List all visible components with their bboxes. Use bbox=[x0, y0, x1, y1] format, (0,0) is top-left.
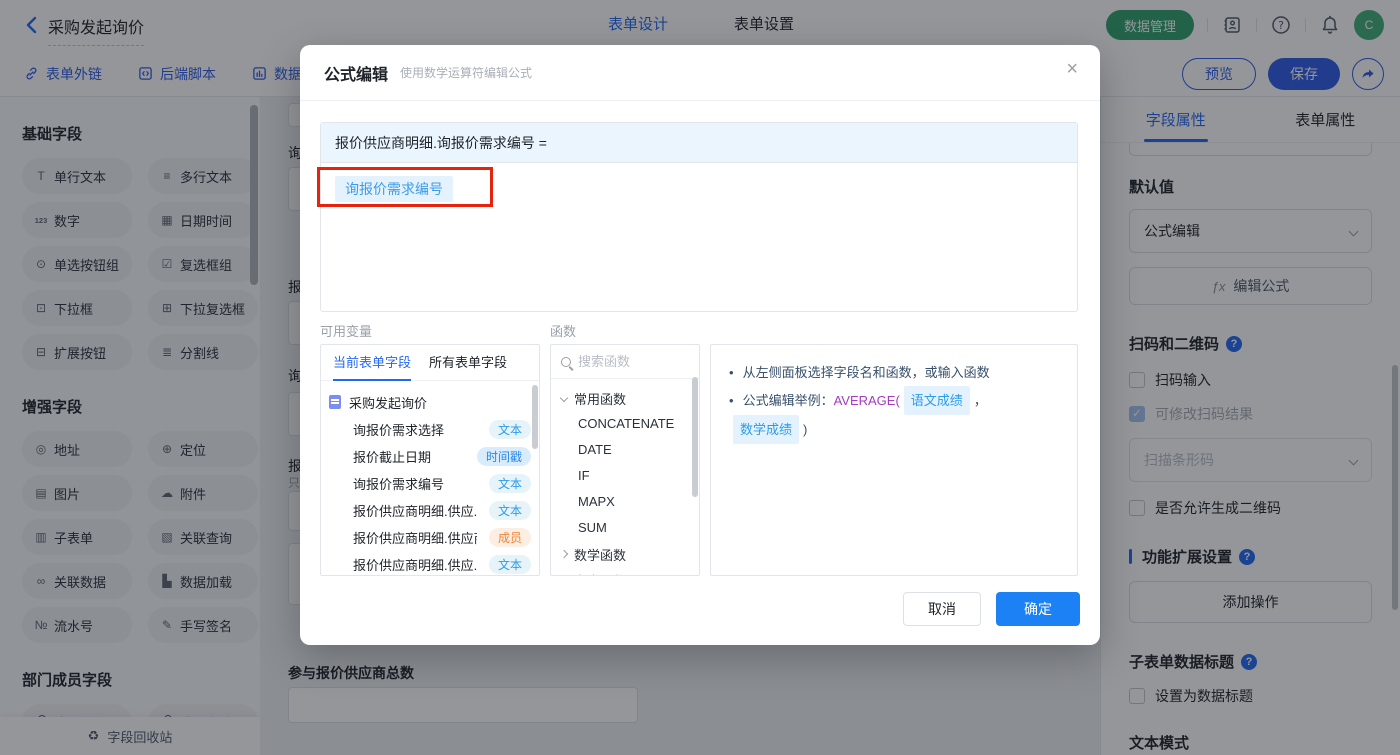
variables-scrollbar[interactable] bbox=[532, 385, 538, 449]
variable-field-row[interactable]: 报价供应商明细.供应... 文本 bbox=[329, 551, 531, 575]
variables-label: 可用变量 bbox=[320, 324, 373, 339]
annotation-red-box bbox=[317, 167, 493, 207]
confirm-button[interactable]: 确定 bbox=[996, 592, 1080, 626]
variables-tabs: 当前表单字段 所有表单字段 bbox=[321, 345, 539, 381]
formula-target-bar: 报价供应商明细.询报价需求编号 = bbox=[321, 123, 1077, 163]
field-type-badge: 时间戳 bbox=[476, 447, 531, 466]
function-search-row bbox=[551, 345, 699, 379]
example-field-chip: 数学成绩 bbox=[733, 415, 800, 444]
document-icon bbox=[329, 395, 341, 409]
variables-root-node[interactable]: 采购发起询价 bbox=[329, 388, 531, 416]
variables-tree: 采购发起询价 询报价需求选择 文本 报价截止日期 时间戳 询报价需求编号 文本 … bbox=[321, 381, 539, 575]
function-group-text[interactable]: 文本函数 bbox=[551, 567, 699, 576]
chevron-right-icon bbox=[559, 549, 569, 559]
example-field-chip: 语文成绩 bbox=[903, 386, 970, 415]
formula-editor-modal: 公式编辑 使用数学运算符编辑公式 × 报价供应商明细.询报价需求编号 = 询报价… bbox=[300, 45, 1100, 645]
function-item-mapx[interactable]: MAPX bbox=[551, 489, 699, 515]
functions-tree: 常用函数 CONCATENATE DATE IF MAPX SUM 数学函数 文… bbox=[551, 379, 699, 576]
field-type-badge: 文本 bbox=[488, 474, 531, 493]
modal-subtitle: 使用数学运算符编辑公式 bbox=[400, 66, 533, 80]
variable-field-row[interactable]: 报价供应商明细.供应... 文本 bbox=[329, 497, 531, 524]
variable-field-row[interactable]: 报价供应商明细.供应商 成员 bbox=[329, 524, 531, 551]
function-item-concatenate[interactable]: CONCATENATE bbox=[551, 411, 699, 437]
modal-header: 公式编辑 使用数学运算符编辑公式 bbox=[300, 45, 1100, 101]
function-item-date[interactable]: DATE bbox=[551, 437, 699, 463]
variable-field-row[interactable]: 报价截止日期 时间戳 bbox=[329, 443, 531, 470]
tab-all-form-fields[interactable]: 所有表单字段 bbox=[429, 345, 507, 381]
modal-title: 公式编辑 bbox=[324, 66, 389, 84]
chevron-down-icon bbox=[559, 393, 569, 403]
field-type-badge: 文本 bbox=[488, 420, 531, 439]
formula-editor-box: 报价供应商明细.询报价需求编号 = 询报价需求编号 bbox=[317, 122, 1078, 312]
function-item-sum[interactable]: SUM bbox=[551, 515, 699, 541]
variable-field-row[interactable]: 询报价需求选择 文本 bbox=[329, 416, 531, 443]
function-group-math[interactable]: 数学函数 bbox=[551, 541, 699, 567]
tab-current-form-fields[interactable]: 当前表单字段 bbox=[333, 345, 412, 381]
close-icon[interactable]: × bbox=[1066, 59, 1078, 79]
field-type-badge: 成员 bbox=[488, 528, 531, 547]
functions-label: 函数 bbox=[550, 324, 577, 339]
field-type-badge: 文本 bbox=[488, 555, 531, 574]
help-tip-2: 公式编辑举例：AVERAGE(语文成绩，数学成绩) bbox=[729, 386, 1059, 444]
functions-scrollbar[interactable] bbox=[692, 377, 698, 497]
function-group-common[interactable]: 常用函数 bbox=[551, 385, 699, 411]
function-search-input[interactable] bbox=[578, 354, 670, 369]
cancel-button[interactable]: 取消 bbox=[903, 592, 981, 626]
help-tip-1: 从左侧面板选择字段名和函数，或输入函数 bbox=[729, 359, 1059, 386]
field-type-badge: 文本 bbox=[488, 501, 531, 520]
search-icon bbox=[561, 356, 571, 367]
variables-panel: 当前表单字段 所有表单字段 采购发起询价 询报价需求选择 文本 报价截止日期 时… bbox=[320, 344, 540, 576]
formula-help-panel: 从左侧面板选择字段名和函数，或输入函数 公式编辑举例：AVERAGE(语文成绩，… bbox=[710, 344, 1078, 576]
functions-panel: 常用函数 CONCATENATE DATE IF MAPX SUM 数学函数 文… bbox=[550, 344, 700, 576]
function-item-if[interactable]: IF bbox=[551, 463, 699, 489]
variable-field-row[interactable]: 询报价需求编号 文本 bbox=[329, 470, 531, 497]
